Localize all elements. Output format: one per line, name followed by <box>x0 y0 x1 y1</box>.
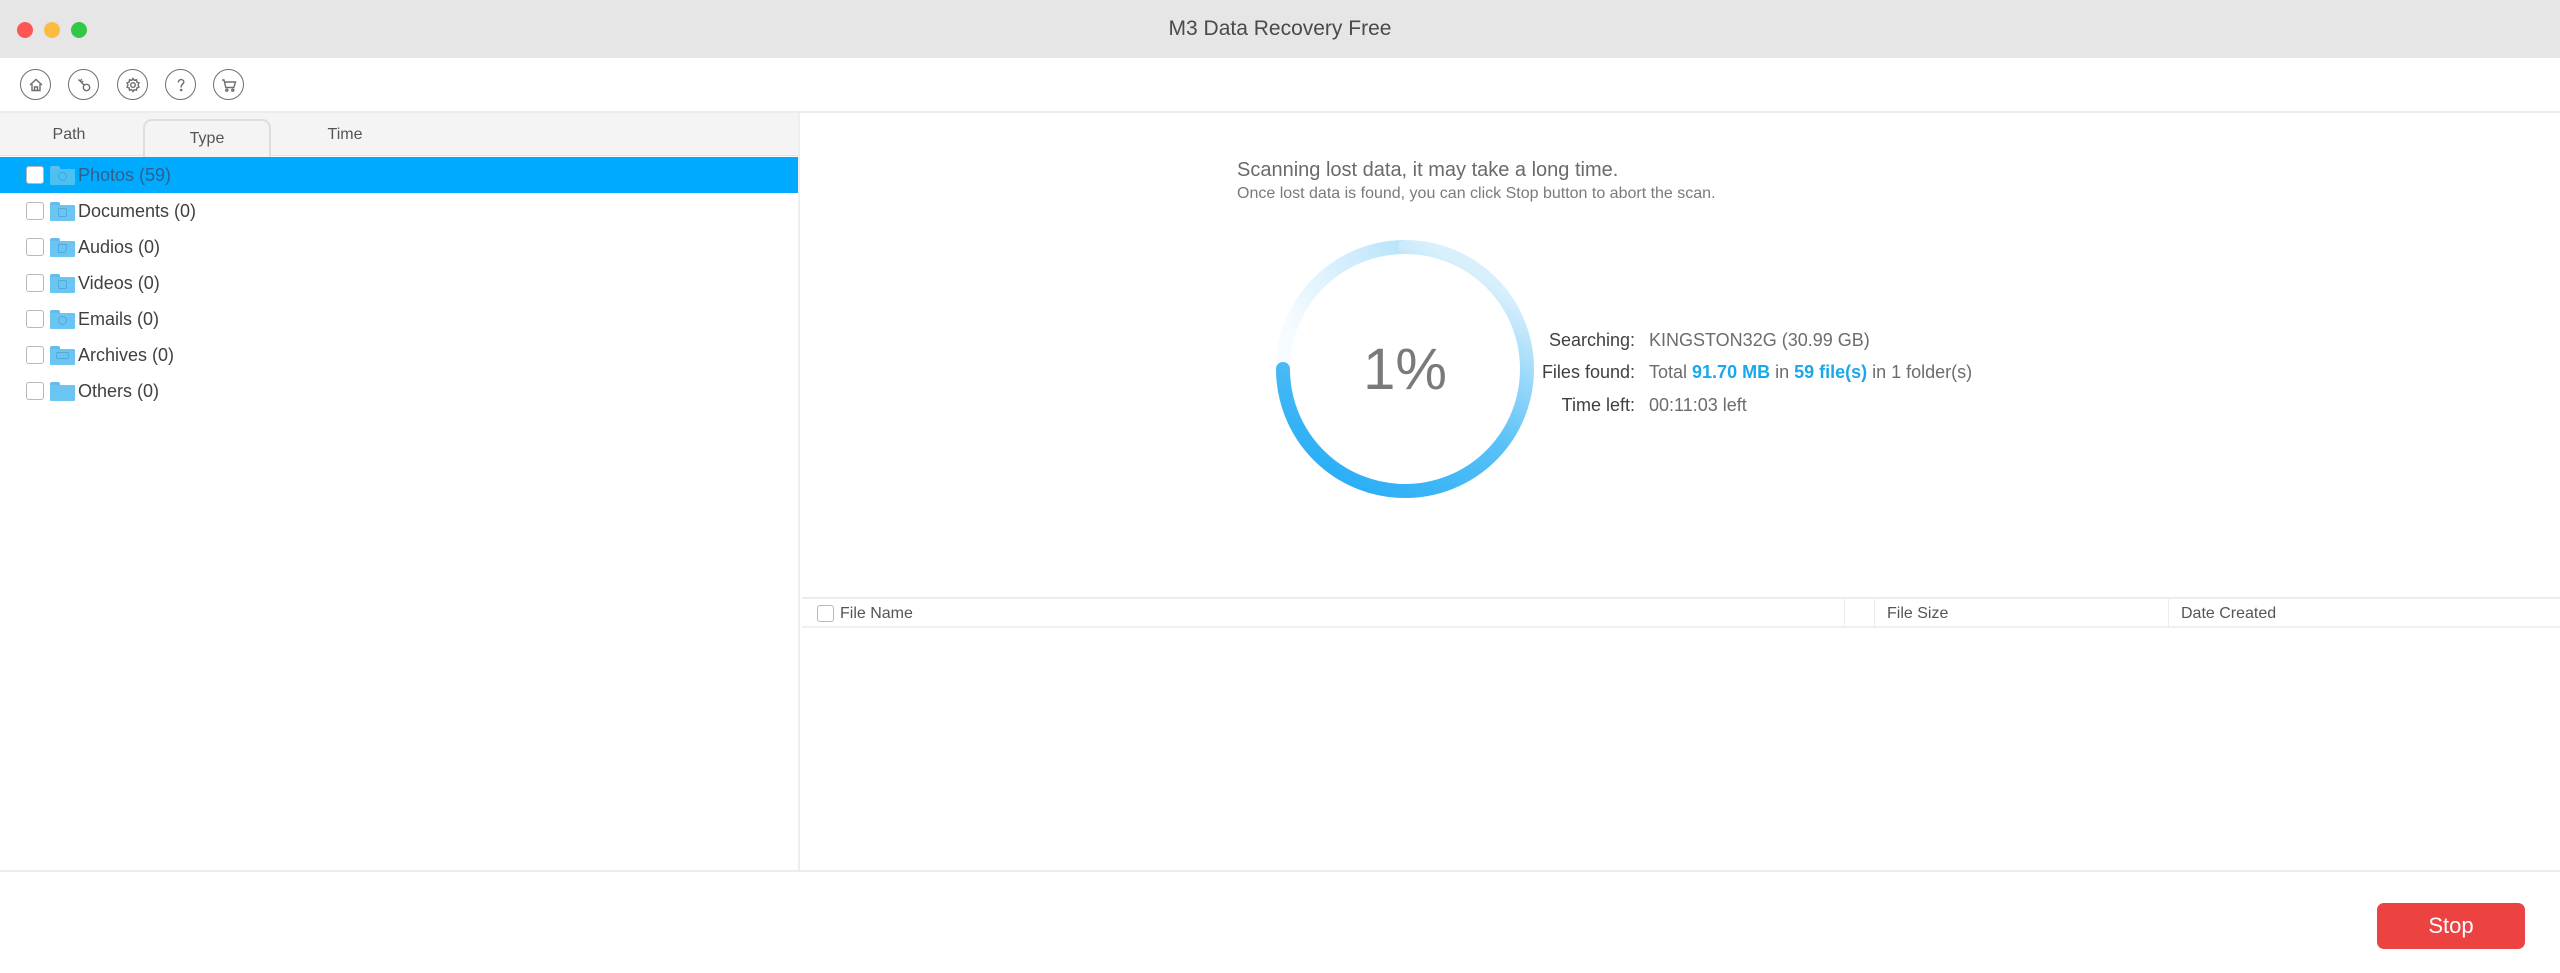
home-icon <box>29 78 42 91</box>
column-spacer <box>1844 599 1874 628</box>
column-label: File Name <box>840 604 913 622</box>
stop-button[interactable]: Stop <box>2377 903 2525 949</box>
tree-item-label: Archives (0) <box>78 344 175 365</box>
tree-item-label: Audios (0) <box>78 236 161 257</box>
archives-checkbox[interactable] <box>26 346 44 364</box>
files-found-count: 59 file(s) <box>1794 362 1868 383</box>
files-found-suffix: in 1 folder(s) <box>1867 362 1973 383</box>
tab-time[interactable]: Time <box>290 113 400 156</box>
photos-checkbox[interactable] <box>26 166 44 184</box>
tree-item-label: Others (0) <box>78 380 160 401</box>
window-title: M3 Data Recovery Free <box>1168 17 1392 40</box>
searching-row: Searching: KINGSTON32G (30.99 GB) <box>1502 324 1972 357</box>
photo-folder-icon <box>50 165 75 185</box>
files-found-prefix: Total <box>1649 362 1693 383</box>
purchase-button[interactable] <box>213 69 244 100</box>
select-all-checkbox[interactable] <box>817 605 834 622</box>
tree-item-archives[interactable]: Archives (0) <box>0 337 798 373</box>
column-label: File Size <box>1887 604 1949 622</box>
cart-icon <box>221 78 236 92</box>
type-tree: Photos (59) Documents (0) Audios (0) Vid… <box>0 157 798 409</box>
tab-type[interactable]: Type <box>143 119 271 157</box>
question-icon <box>177 78 185 91</box>
tree-item-label: Documents (0) <box>78 200 197 221</box>
tab-path[interactable]: Path <box>18 113 120 156</box>
video-folder-icon <box>50 273 75 293</box>
files-found-value: Total 91.70 MB in 59 file(s) in 1 folder… <box>1649 362 1972 383</box>
emails-checkbox[interactable] <box>26 310 44 328</box>
searching-value: KINGSTON32G (30.99 GB) <box>1649 329 1870 350</box>
tree-item-photos[interactable]: Photos (59) <box>0 157 798 193</box>
settings-button[interactable] <box>117 69 148 100</box>
tree-item-videos[interactable]: Videos (0) <box>0 265 798 301</box>
tree-item-audios[interactable]: Audios (0) <box>0 229 798 265</box>
scan-subheading: Once lost data is found, you can click S… <box>1237 185 1716 202</box>
audios-checkbox[interactable] <box>26 238 44 256</box>
files-found-row: Files found: Total 91.70 MB in 59 file(s… <box>1502 357 1972 390</box>
scan-progress-ring: 1% <box>1270 234 1540 504</box>
view-tabs: Path Type Time <box>0 113 798 157</box>
tree-item-others[interactable]: Others (0) <box>0 373 798 409</box>
scan-panel: Scanning lost data, it may take a long t… <box>802 113 2560 870</box>
files-found-size: 91.70 MB <box>1692 362 1771 383</box>
time-left-value: 00:11:03 left <box>1649 394 1747 415</box>
tree-item-documents[interactable]: Documents (0) <box>0 193 798 229</box>
file-table-body <box>802 628 2560 870</box>
gear-icon <box>125 76 140 93</box>
scan-heading: Scanning lost data, it may take a long t… <box>1237 159 1619 181</box>
category-panel: Path Type Time Photos (59) Documents (0)… <box>0 113 800 870</box>
videos-checkbox[interactable] <box>26 274 44 292</box>
files-found-mid: in <box>1770 362 1795 383</box>
audio-folder-icon <box>50 237 75 257</box>
tree-item-emails[interactable]: Emails (0) <box>0 301 798 337</box>
help-button[interactable] <box>165 69 196 100</box>
toolbar <box>0 58 2560 113</box>
others-checkbox[interactable] <box>26 382 44 400</box>
scan-info: Searching: KINGSTON32G (30.99 GB) Files … <box>1502 324 1972 422</box>
home-button[interactable] <box>20 69 51 100</box>
searching-label: Searching: <box>1548 329 1635 350</box>
email-folder-icon <box>50 309 75 329</box>
column-file-size[interactable]: File Size <box>1874 599 2168 628</box>
title-bar: M3 Data Recovery Free <box>0 0 2560 58</box>
tree-item-label: Videos (0) <box>78 272 160 293</box>
folder-icon <box>50 381 75 401</box>
progress-percent: 1% <box>1363 336 1447 402</box>
file-table-header: File Name File Size Date Created <box>802 597 2560 628</box>
document-folder-icon <box>50 201 75 221</box>
column-label: Date Created <box>2181 604 2277 622</box>
archive-folder-icon <box>50 345 75 365</box>
column-file-name[interactable]: File Name <box>802 599 1844 628</box>
tree-item-label: Photos (59) <box>78 164 172 185</box>
tree-item-label: Emails (0) <box>78 308 160 329</box>
footer-bar: Stop <box>0 870 2560 973</box>
time-left-row: Time left: 00:11:03 left <box>1502 389 1972 422</box>
key-icon <box>77 78 90 91</box>
column-date-created[interactable]: Date Created <box>2168 599 2560 628</box>
register-key-button[interactable] <box>68 69 99 100</box>
time-left-label: Time left: <box>1561 394 1635 415</box>
files-found-label: Files found: <box>1541 362 1635 383</box>
documents-checkbox[interactable] <box>26 202 44 220</box>
